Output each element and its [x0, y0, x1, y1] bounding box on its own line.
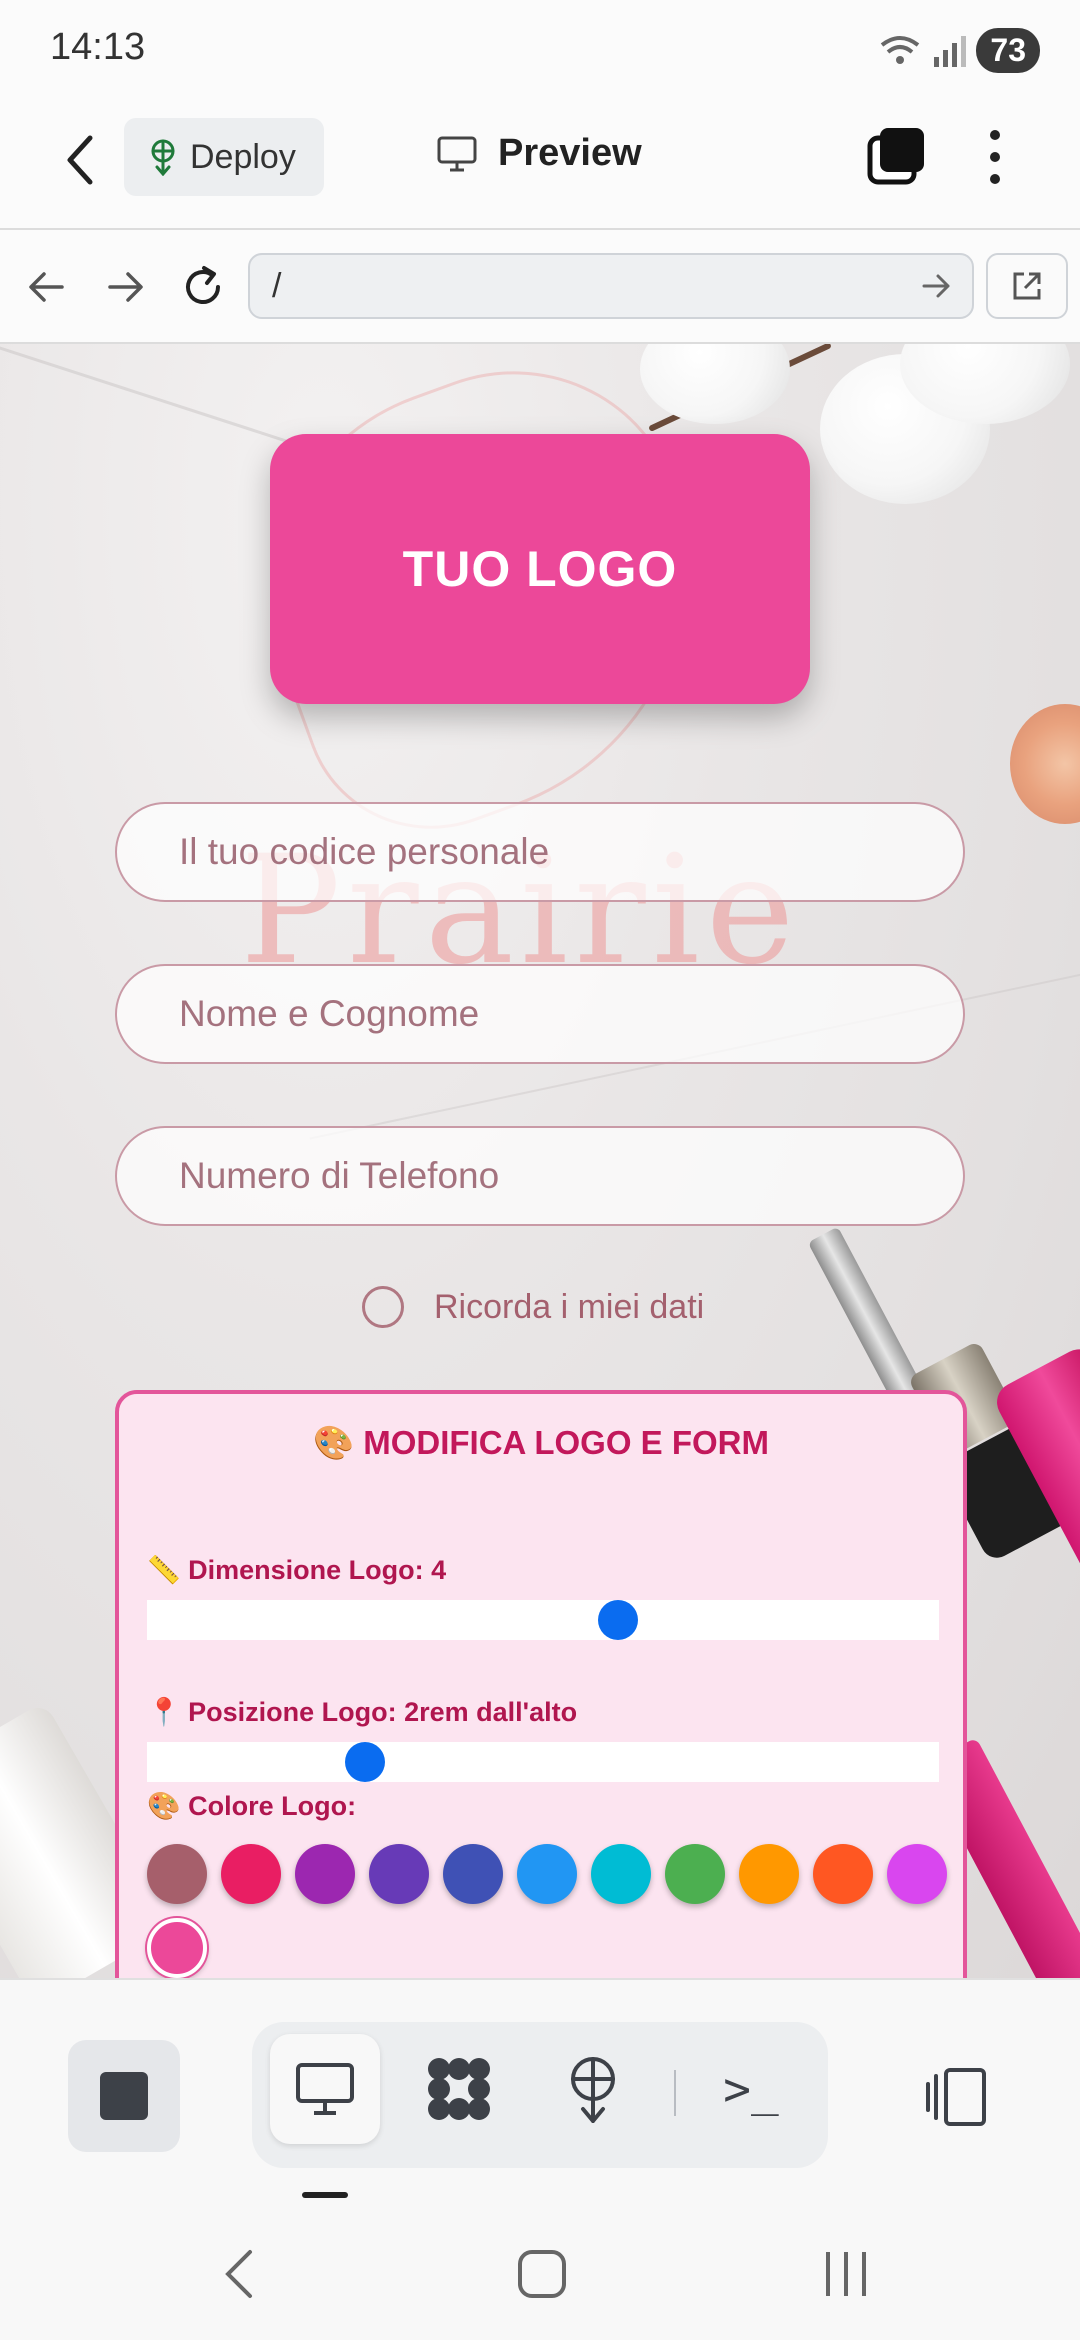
color-swatch[interactable] — [369, 1844, 429, 1904]
terminal-icon: >_ — [723, 2062, 779, 2116]
nav-forward-icon[interactable] — [100, 262, 150, 312]
nav-back-icon[interactable] — [22, 262, 72, 312]
logo-placeholder: TUO LOGO — [270, 434, 810, 704]
panel-toggle-icon[interactable] — [924, 2064, 990, 2130]
logo-size-label: 📏 Dimensione Logo: 4 — [147, 1555, 447, 1585]
system-home-icon[interactable] — [512, 2244, 572, 2304]
desktop-icon — [296, 2063, 354, 2115]
network-tab[interactable] — [404, 2034, 514, 2144]
status-icons: 73 — [878, 28, 1040, 73]
terminal-tab[interactable]: >_ — [696, 2034, 806, 2144]
logo-position-slider-thumb[interactable] — [344, 1742, 385, 1782]
wifi-icon — [881, 35, 920, 64]
logo-size-slider-thumb[interactable] — [598, 1600, 639, 1640]
url-text: / — [272, 267, 282, 305]
deploy-icon — [571, 2057, 615, 2123]
logo-color-label: 🎨 Colore Logo: — [147, 1791, 357, 1821]
phone-input[interactable] — [115, 1126, 965, 1226]
color-swatch[interactable] — [443, 1844, 503, 1904]
back-icon[interactable] — [56, 130, 106, 190]
personal-code-input[interactable] — [115, 802, 965, 902]
color-swatch[interactable] — [147, 1844, 207, 1904]
view-switcher: >_ — [252, 2022, 828, 2168]
preview-title-text: Preview — [498, 132, 642, 174]
deploy-icon — [151, 139, 175, 176]
more-options-icon[interactable] — [980, 124, 1010, 190]
url-input[interactable]: / — [248, 253, 974, 319]
color-swatch[interactable] — [739, 1844, 799, 1904]
preview-title: Preview — [436, 132, 642, 175]
color-swatch[interactable] — [591, 1844, 651, 1904]
color-swatch[interactable] — [221, 1844, 281, 1904]
color-swatch[interactable] — [517, 1844, 577, 1904]
bottom-toolbar: >_ — [0, 1978, 1080, 2198]
preview-tab[interactable] — [270, 2034, 380, 2144]
open-external-button[interactable] — [986, 253, 1068, 319]
signal-icon — [934, 35, 967, 67]
system-recents-icon[interactable] — [816, 2244, 876, 2304]
toolbar-divider — [674, 2070, 676, 2116]
stop-icon — [100, 2072, 148, 2120]
stop-button[interactable] — [68, 2040, 180, 2152]
color-swatches — [147, 1844, 947, 1978]
logo-size-slider[interactable] — [147, 1600, 939, 1640]
logo-position-slider[interactable] — [147, 1742, 939, 1782]
external-link-icon — [1013, 272, 1041, 300]
system-back-icon[interactable] — [212, 2244, 272, 2304]
dried-rose — [1010, 704, 1080, 824]
network-icon — [428, 2058, 490, 2120]
edit-logo-panel: 🎨 MODIFICA LOGO E FORM 📏 Dimensione Logo… — [115, 1390, 967, 1978]
remember-me-radio[interactable] — [362, 1286, 404, 1328]
color-swatch[interactable] — [147, 1918, 207, 1978]
battery-indicator: 73 — [976, 28, 1040, 73]
drill-bit — [807, 1226, 923, 1402]
status-bar: 14:13 73 — [0, 0, 1080, 100]
preview-webview: Prairie TUO LOGO Ricorda i miei dati 🎨 M… — [0, 344, 1080, 1978]
logo-position-label: 📍 Posizione Logo: 2rem dall'alto — [147, 1697, 578, 1727]
desktop-icon — [437, 136, 477, 171]
remember-me-label: Ricorda i miei dati — [434, 1287, 705, 1326]
status-time: 14:13 — [50, 26, 146, 68]
deploy-button[interactable]: Deploy — [124, 118, 324, 196]
remember-me-option[interactable]: Ricorda i miei dati — [362, 1286, 704, 1328]
reload-icon[interactable] — [178, 262, 228, 312]
system-navigation-bar — [0, 2198, 1080, 2340]
color-swatch[interactable] — [665, 1844, 725, 1904]
deploy-label: Deploy — [190, 137, 296, 176]
color-swatch[interactable] — [887, 1844, 947, 1904]
color-swatch[interactable] — [813, 1844, 873, 1904]
panel-title: 🎨 MODIFICA LOGO E FORM — [312, 1424, 769, 1461]
cotton-flower — [640, 344, 790, 424]
deploy-tab[interactable] — [538, 2034, 648, 2144]
full-name-input[interactable] — [115, 964, 965, 1064]
tabs-icon[interactable] — [866, 126, 926, 186]
url-bar: / — [0, 230, 1080, 344]
color-swatch[interactable] — [295, 1844, 355, 1904]
go-arrow-icon[interactable] — [918, 268, 954, 304]
app-header: Deploy Preview — [0, 100, 1080, 230]
